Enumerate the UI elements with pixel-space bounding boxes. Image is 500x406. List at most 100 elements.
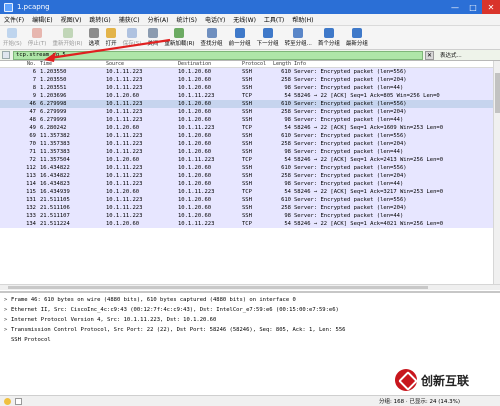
table-row[interactable]: 49 6.280242 10.1.20.60 10.1.11.223 TCP 54 5824… bbox=[0, 124, 500, 132]
table-row[interactable]: 112 16.434822 10.1.11.223 10.1.20.60 SSH 610 S… bbox=[0, 164, 500, 172]
table-row[interactable]: 131 21.511105 10.1.11.223 10.1.20.60 SSH 610 S… bbox=[0, 196, 500, 204]
toolbar-button[interactable]: 重新开始(R) bbox=[52, 26, 83, 47]
menu-item[interactable]: 无线(W) bbox=[233, 15, 256, 24]
toolbar-button-label: 最新分组 bbox=[345, 41, 368, 47]
cell-src: 10.1.11.223 bbox=[106, 197, 143, 203]
table-row[interactable]: 133 21.511107 10.1.11.223 10.1.20.60 SSH 98 Se… bbox=[0, 212, 500, 220]
detail-tree-item[interactable]: > Internet Protocol Version 4, Src: 10.1.… bbox=[0, 315, 500, 325]
toolbar-button[interactable]: 停止(T) bbox=[27, 26, 47, 47]
expand-chevron-icon[interactable]: > bbox=[4, 325, 11, 335]
toolbar-button[interactable]: 打开 bbox=[106, 26, 117, 47]
menu-item[interactable]: 分析(A) bbox=[148, 15, 169, 24]
table-row[interactable]: 8 1.203551 10.1.11.223 10.1.20.60 SSH 98 Serve… bbox=[0, 84, 500, 92]
toolbar-button[interactable]: 前一分组 bbox=[229, 26, 251, 47]
scroll-thumb[interactable] bbox=[495, 73, 500, 113]
expand-chevron-icon[interactable]: > bbox=[4, 305, 11, 315]
expand-chevron-icon[interactable]: > bbox=[4, 315, 11, 325]
display-filter-input[interactable]: tcp.stream eq 5 bbox=[13, 50, 423, 60]
expand-chevron-icon[interactable]: > bbox=[4, 295, 11, 305]
filter-bookmark-icon[interactable] bbox=[2, 51, 10, 59]
table-row[interactable]: 9 1.203696 10.1.20.60 10.1.11.223 TCP 54 58246… bbox=[0, 92, 500, 100]
cell-proto: TCP bbox=[242, 125, 252, 131]
cell-src: 10.1.11.223 bbox=[106, 101, 143, 107]
cell-info: Server: Encrypted packet (len=204) bbox=[294, 173, 407, 179]
detail-tree-label: Internet Protocol Version 4, Src: 10.1.1… bbox=[11, 317, 217, 323]
table-row[interactable]: 47 6.279999 10.1.11.223 10.1.20.60 SSH 258 Ser… bbox=[0, 108, 500, 116]
toolbar-button[interactable]: 查找分组 bbox=[201, 26, 223, 47]
maximize-button[interactable]: □ bbox=[464, 0, 482, 14]
table-row[interactable]: 71 11.357383 10.1.11.223 10.1.20.60 SSH 98 Ser… bbox=[0, 148, 500, 156]
packet-details-pane: > Frame 46: 610 bytes on wire (4880 bits)… bbox=[0, 291, 500, 376]
column-length[interactable]: Length bbox=[272, 61, 294, 67]
table-row[interactable]: 114 16.434823 10.1.11.223 10.1.20.60 SSH 98 Se… bbox=[0, 180, 500, 188]
detail-tree-item[interactable]: > Ethernet II, Src: CiscoInc_4c:c9:43 (00… bbox=[0, 305, 500, 315]
detail-tree-item[interactable]: > Frame 46: 610 bytes on wire (4880 bits)… bbox=[0, 295, 500, 305]
menu-item[interactable]: 编辑(E) bbox=[32, 15, 52, 24]
cell-len: 610 bbox=[281, 197, 291, 203]
detail-tree-item[interactable]: > Transmission Control Protocol, Src Port… bbox=[0, 325, 500, 335]
table-row[interactable]: 46 6.279998 10.1.11.223 10.1.20.60 SSH 610 Ser… bbox=[0, 100, 500, 108]
toolbar-button[interactable]: 重新加载(R) bbox=[164, 26, 195, 47]
cell-len: 54 bbox=[284, 125, 291, 131]
menu-item[interactable]: 电话(Y) bbox=[205, 15, 225, 24]
table-row[interactable]: 115 16.434939 10.1.20.60 10.1.11.223 TCP 54 58… bbox=[0, 188, 500, 196]
table-row[interactable]: 6 1.203550 10.1.11.223 10.1.20.60 SSH 610 Serv… bbox=[0, 68, 500, 76]
cell-info: Server: Encrypted packet (len=204) bbox=[294, 141, 407, 147]
expand-chevron-icon[interactable] bbox=[4, 335, 11, 345]
status-bar: 分组: 168 · 已显示: 24 (14.3%) bbox=[0, 395, 500, 406]
toolbar-button[interactable]: 最新分组 bbox=[346, 26, 368, 47]
toolbar-button[interactable]: 保存(S) bbox=[123, 26, 141, 47]
table-row[interactable]: 7 1.203550 10.1.11.223 10.1.20.60 SSH 258 Serv… bbox=[0, 76, 500, 84]
save-icon bbox=[127, 28, 137, 38]
minimize-button[interactable]: — bbox=[446, 0, 464, 14]
clear-filter-button[interactable]: ✕ bbox=[425, 50, 434, 60]
cell-info: 58246 → 22 [ACK] Seq=1 Ack=2413 Win=256 … bbox=[294, 157, 444, 163]
menu-item[interactable]: 工具(T) bbox=[264, 15, 284, 24]
table-row[interactable]: 72 11.357504 10.1.20.60 10.1.11.223 TCP 54 582… bbox=[0, 156, 500, 164]
cell-proto: TCP bbox=[242, 221, 252, 227]
table-row[interactable]: 113 16.434822 10.1.11.223 10.1.20.60 SSH 258 S… bbox=[0, 172, 500, 180]
cell-time: 16.434822 bbox=[40, 173, 70, 179]
cell-proto: SSH bbox=[242, 197, 252, 203]
close-window-button[interactable]: ✕ bbox=[482, 0, 500, 14]
toolbar-button[interactable]: 选项 bbox=[89, 26, 100, 47]
table-row[interactable]: 69 11.357382 10.1.11.223 10.1.20.60 SSH 610 Se… bbox=[0, 132, 500, 140]
filter-expression-button[interactable]: 表达式... bbox=[440, 51, 462, 59]
expert-info-icon[interactable] bbox=[4, 397, 11, 405]
menu-item[interactable]: 文件(F) bbox=[4, 15, 24, 24]
menu-item[interactable]: 捕获(C) bbox=[119, 15, 140, 24]
column-no[interactable]: No. bbox=[0, 61, 40, 67]
menu-item[interactable]: 统计(S) bbox=[176, 15, 197, 24]
column-protocol[interactable]: Protocol bbox=[242, 61, 272, 67]
cell-no: 46 bbox=[29, 101, 36, 107]
menu-item[interactable]: 跳转(G) bbox=[89, 15, 110, 24]
watermark: 创新互联 bbox=[395, 365, 500, 395]
detail-tree-item[interactable]: SSH Protocol bbox=[0, 335, 500, 345]
table-row[interactable]: 132 21.511106 10.1.11.223 10.1.20.60 SSH 258 S… bbox=[0, 204, 500, 212]
cell-src: 10.1.20.60 bbox=[106, 125, 140, 131]
scroll-thumb[interactable] bbox=[8, 286, 428, 289]
column-source[interactable]: Source bbox=[106, 61, 178, 67]
cell-no: 113 bbox=[26, 173, 36, 179]
table-row[interactable]: 134 21.511224 10.1.20.60 10.1.11.223 TCP 54 58… bbox=[0, 220, 500, 228]
toolbar-button[interactable]: 关闭 bbox=[147, 26, 158, 47]
toolbar-button-label: 停止(T) bbox=[27, 41, 47, 47]
capture-file-icon[interactable] bbox=[15, 397, 22, 405]
packet-list-vertical-scrollbar[interactable] bbox=[493, 61, 500, 284]
column-info[interactable]: Info bbox=[294, 61, 480, 67]
column-destination[interactable]: Destination bbox=[178, 61, 242, 67]
toolbar-button[interactable]: 首个分组 bbox=[318, 26, 340, 47]
toolbar-button[interactable]: 开始(S) bbox=[3, 26, 22, 47]
column-time[interactable]: Time bbox=[40, 61, 106, 67]
toolbar-button[interactable]: 转至分组... bbox=[285, 26, 312, 47]
cell-time: 6.280242 bbox=[40, 125, 67, 131]
table-row[interactable]: 48 6.279999 10.1.11.223 10.1.20.60 SSH 98 Serv… bbox=[0, 116, 500, 124]
cell-proto: SSH bbox=[242, 117, 252, 123]
packet-list-horizontal-scrollbar[interactable] bbox=[0, 284, 500, 290]
start-icon bbox=[7, 28, 18, 38]
menu-item[interactable]: 视图(V) bbox=[61, 15, 82, 24]
toolbar-button[interactable]: 下一分组 bbox=[257, 26, 279, 47]
table-row[interactable]: 70 11.357383 10.1.11.223 10.1.20.60 SSH 258 Se… bbox=[0, 140, 500, 148]
menu-item[interactable]: 帮助(H) bbox=[292, 15, 313, 24]
cell-src: 10.1.20.60 bbox=[106, 93, 140, 99]
